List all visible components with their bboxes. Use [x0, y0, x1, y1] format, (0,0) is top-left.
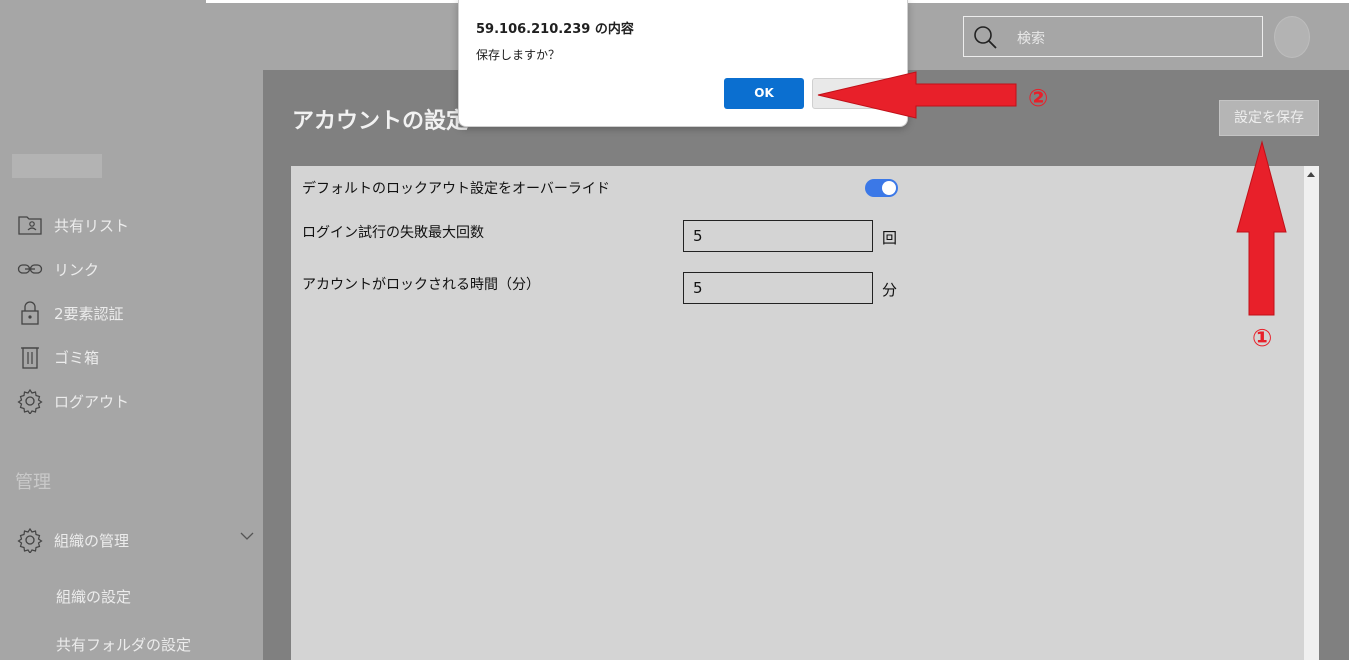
- lock-icon: [16, 299, 44, 327]
- gear-icon: [16, 387, 44, 415]
- sidebar-item-label: ゴミ箱: [54, 348, 100, 367]
- search-icon: [974, 26, 997, 49]
- save-settings-button[interactable]: 設定を保存: [1219, 100, 1319, 136]
- annotation-marker-1: ①: [1252, 324, 1273, 352]
- cancel-button[interactable]: [812, 78, 890, 109]
- sidebar-item-label: 2要素認証: [54, 304, 124, 323]
- admin-section-title: 管理: [15, 472, 51, 493]
- sidebar-item-label: ログアウト: [54, 392, 130, 411]
- sidebar-logo-placeholder: [12, 154, 102, 178]
- dialog-title: 59.106.210.239 の内容: [476, 22, 634, 37]
- confirm-dialog: 59.106.210.239 の内容 保存しますか？ OK: [458, 0, 908, 127]
- main-content: アカウントの設定 設定を保存 デフォルトのロックアウト設定をオーバーライド ログ…: [263, 70, 1349, 660]
- dialog-message: 保存しますか？: [476, 48, 561, 62]
- sidebar-item-link[interactable]: リンク: [16, 254, 256, 284]
- app-window: 検索 共有リスト リンク 2要素認証 ゴミ箱 ログアウト 管理 組織の管理 組織…: [0, 0, 1349, 660]
- sidebar-item-label: リンク: [54, 260, 100, 279]
- sidebar-item-logout[interactable]: ログアウト: [16, 386, 256, 416]
- scrollbar[interactable]: [1304, 166, 1319, 660]
- scroll-up-arrow-icon[interactable]: [1307, 172, 1315, 177]
- trash-icon: [16, 343, 44, 371]
- search-field[interactable]: 検索: [963, 16, 1263, 57]
- ok-button[interactable]: OK: [724, 78, 804, 109]
- sidebar-item-label: 共有リスト: [54, 216, 130, 235]
- max-fail-input[interactable]: 5: [683, 220, 873, 252]
- sidebar: 共有リスト リンク 2要素認証 ゴミ箱 ログアウト 管理 組織の管理 組織の設定…: [4, 70, 263, 660]
- avatar[interactable]: [1274, 16, 1310, 58]
- search-placeholder: 検索: [1017, 31, 1045, 47]
- sidebar-item-trash[interactable]: ゴミ箱: [16, 342, 256, 372]
- lock-time-label: アカウントがロックされる時間（分）: [302, 277, 540, 293]
- sidebar-subitem-shared-folder-settings[interactable]: 共有フォルダの設定: [56, 634, 191, 655]
- sidebar-item-label: 組織の管理: [54, 531, 130, 550]
- contact-card-icon: [16, 211, 44, 239]
- override-label: デフォルトのロックアウト設定をオーバーライド: [302, 181, 610, 197]
- sidebar-item-2fa[interactable]: 2要素認証: [16, 298, 256, 328]
- gear-icon: [16, 526, 44, 554]
- lock-time-unit: 分: [882, 281, 898, 299]
- max-fail-unit: 回: [882, 229, 898, 247]
- lock-time-input[interactable]: 5: [683, 272, 873, 304]
- override-toggle[interactable]: [865, 179, 898, 197]
- chevron-down-icon[interactable]: [240, 531, 254, 541]
- sidebar-item-org-manage[interactable]: 組織の管理: [16, 525, 256, 555]
- sidebar-item-shared-list[interactable]: 共有リスト: [16, 210, 256, 240]
- sidebar-subitem-org-settings[interactable]: 組織の設定: [56, 586, 131, 607]
- max-fail-label: ログイン試行の失敗最大回数: [302, 225, 484, 241]
- page-title: アカウントの設定: [292, 109, 469, 134]
- link-icon: [16, 255, 44, 283]
- annotation-marker-2: ②: [1028, 84, 1049, 112]
- toggle-knob: [882, 181, 896, 195]
